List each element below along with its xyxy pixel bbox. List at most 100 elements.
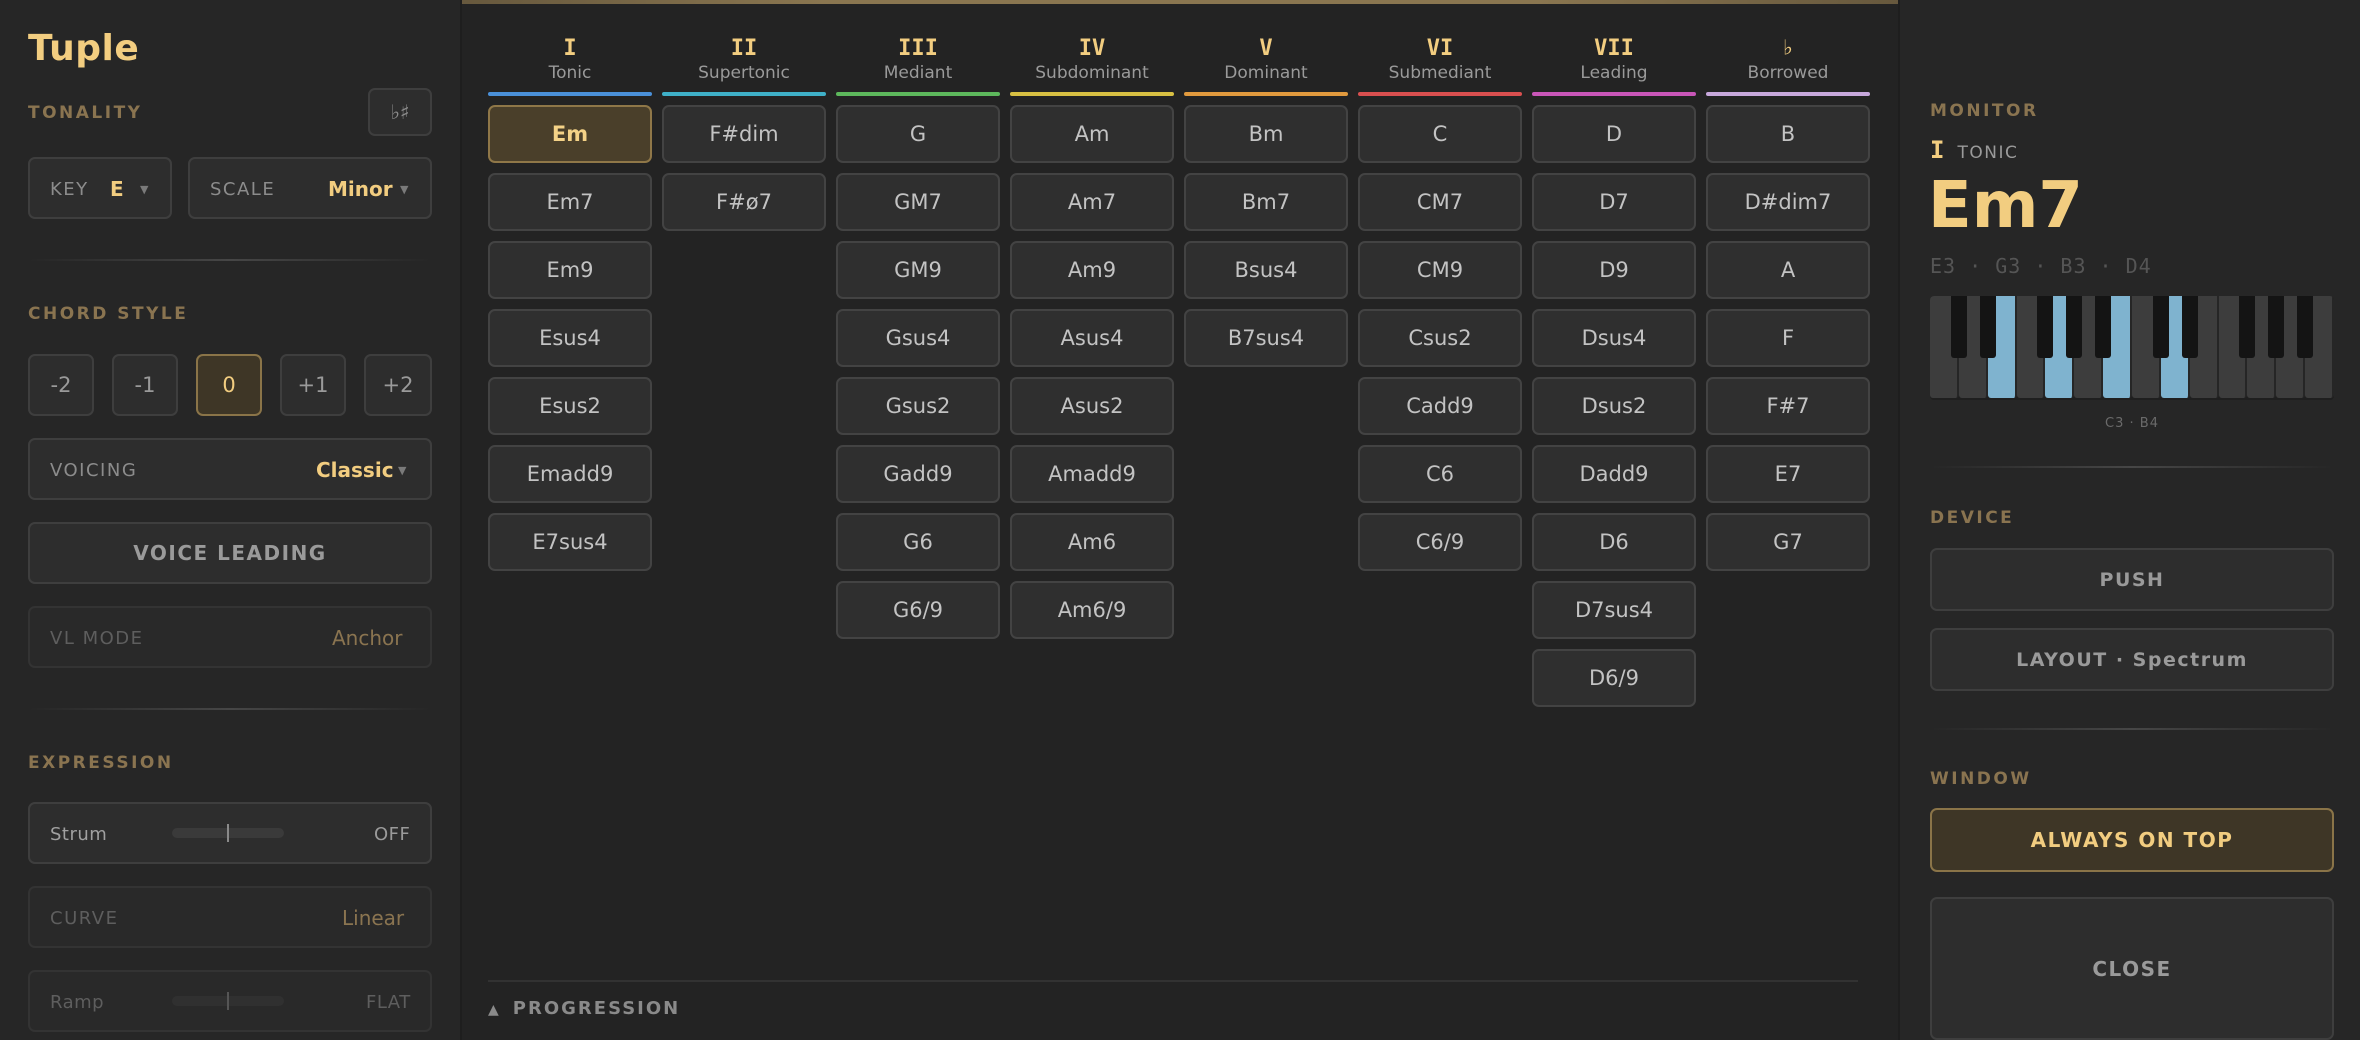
chord-button[interactable]: GM7 [836,173,1000,231]
chord-button[interactable]: Am6 [1010,513,1174,571]
strum-control[interactable]: Strum OFF [28,802,432,864]
push-button[interactable]: PUSH [1930,548,2334,611]
degree-name: TONIC [1957,143,2019,163]
key-select[interactable]: KEY E ▼ [28,157,172,219]
voicing-select[interactable]: VOICING Classic ▼ [28,438,432,500]
tonality-section-label: TONALITY [28,103,143,123]
chord-button[interactable]: Dsus2 [1532,377,1696,435]
chord-button[interactable]: Em9 [488,241,652,299]
chord-button[interactable]: GM9 [836,241,1000,299]
curve-label: CURVE [50,908,119,929]
chord-button[interactable]: Em [488,105,652,163]
voicing-value: Classic [316,458,394,482]
octave-0-button[interactable]: 0 [196,354,262,416]
chord-button[interactable]: Em7 [488,173,652,231]
octave-minus-1-button[interactable]: -1 [112,354,178,416]
chord-button[interactable]: G7 [1706,513,1870,571]
chord-button[interactable]: Esus4 [488,309,652,367]
chord-button[interactable]: D [1532,105,1696,163]
strum-slider[interactable] [172,824,284,842]
chord-button[interactable]: F [1706,309,1870,367]
column-header: VI Submediant [1358,36,1522,83]
chord-button[interactable]: C [1358,105,1522,163]
voicing-label: VOICING [50,460,138,481]
chord-button[interactable]: Cadd9 [1358,377,1522,435]
chord-button[interactable]: F#7 [1706,377,1870,435]
degree-name: Tonic [548,63,592,83]
chord-button[interactable]: Bsus4 [1184,241,1348,299]
section-divider [28,259,432,261]
chord-button[interactable]: G [836,105,1000,163]
chord-button[interactable]: Am7 [1010,173,1174,231]
chord-button[interactable]: Gsus2 [836,377,1000,435]
chord-button[interactable]: Esus2 [488,377,652,435]
chord-button[interactable]: CM9 [1358,241,1522,299]
chord-button[interactable]: Csus2 [1358,309,1522,367]
chord-button[interactable]: E7sus4 [488,513,652,571]
curve-value: Linear [342,906,405,930]
chord-button[interactable]: Am6/9 [1010,581,1174,639]
column-underline [1706,92,1870,96]
strum-label: Strum [50,824,108,845]
device-section-label: DEVICE [1930,508,2015,528]
degree-name: Subdominant [1035,63,1149,83]
chord-button[interactable]: Am9 [1010,241,1174,299]
piano-black-key [2239,296,2256,358]
progression-toggle[interactable]: ▲ PROGRESSION [488,998,680,1019]
chord-button[interactable]: D7sus4 [1532,581,1696,639]
chord-button[interactable]: C6/9 [1358,513,1522,571]
chord-button[interactable]: Am [1010,105,1174,163]
octave-plus-2-button[interactable]: +2 [364,354,432,416]
octave-minus-2-button[interactable]: -2 [28,354,94,416]
chord-button[interactable]: Dadd9 [1532,445,1696,503]
chord-button[interactable]: D7 [1532,173,1696,231]
chord-button[interactable]: D6 [1532,513,1696,571]
always-on-top-button[interactable]: ALWAYS ON TOP [1930,808,2334,872]
accidental-toggle-button[interactable]: ♭♯ [368,88,432,136]
octave-plus-1-button[interactable]: +1 [280,354,346,416]
vl-mode-label: VL MODE [50,628,144,649]
chevron-down-icon: ▼ [398,464,407,477]
ramp-control[interactable]: Ramp FLAT [28,970,432,1032]
curve-select[interactable]: CURVE Linear [28,886,432,948]
chord-button[interactable]: B [1706,105,1870,163]
chord-style-section-label: CHORD STYLE [28,304,189,324]
chord-button[interactable]: Gsus4 [836,309,1000,367]
chord-button[interactable]: Gadd9 [836,445,1000,503]
scale-select[interactable]: SCALE Minor ▼ [188,157,432,219]
close-button[interactable]: CLOSE [1930,897,2334,1040]
expression-section-label: EXPRESSION [28,753,174,773]
progression-label: PROGRESSION [512,998,681,1019]
column-underline [1358,92,1522,96]
chord-button[interactable]: C6 [1358,445,1522,503]
chord-button[interactable]: G6/9 [836,581,1000,639]
chord-button[interactable]: Asus2 [1010,377,1174,435]
chord-button[interactable]: Bm [1184,105,1348,163]
left-panel: Tuple TONALITY ♭♯ KEY E ▼ SCALE Minor ▼ … [0,0,462,1040]
slider-thumb[interactable] [227,824,229,842]
chord-button[interactable]: E7 [1706,445,1870,503]
chevron-down-icon: ▼ [400,183,409,196]
chord-button[interactable]: F#dim [662,105,826,163]
chord-button[interactable]: Amadd9 [1010,445,1174,503]
voice-leading-button[interactable]: VOICE LEADING [28,522,432,584]
chord-button[interactable]: A [1706,241,1870,299]
slider-thumb[interactable] [227,992,229,1010]
layout-button[interactable]: LAYOUT · Spectrum [1930,628,2334,691]
ramp-slider[interactable] [172,992,284,1010]
vl-mode-select[interactable]: VL MODE Anchor [28,606,432,668]
chord-button[interactable]: F#ø7 [662,173,826,231]
chord-button[interactable]: Emadd9 [488,445,652,503]
chord-button[interactable]: Bm7 [1184,173,1348,231]
chord-button[interactable]: Dsus4 [1532,309,1696,367]
chord-button[interactable]: CM7 [1358,173,1522,231]
chord-button[interactable]: G6 [836,513,1000,571]
chord-button[interactable]: Asus4 [1010,309,1174,367]
column-header: III Mediant [836,36,1000,83]
app-title: Tuple [28,28,140,69]
chord-button[interactable]: D#dim7 [1706,173,1870,231]
chord-button[interactable]: D6/9 [1532,649,1696,707]
chord-button[interactable]: D9 [1532,241,1696,299]
chord-button[interactable]: B7sus4 [1184,309,1348,367]
column-underline [836,92,1000,96]
